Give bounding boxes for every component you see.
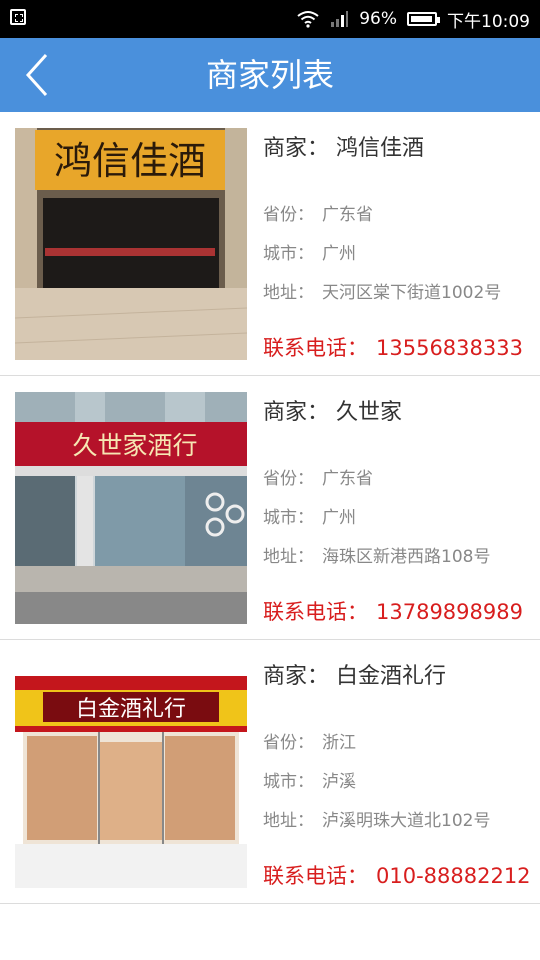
list-item[interactable]: 白金酒礼行 商家： 白金酒礼行 省份： 浙江 城市： 泸溪 地址： 泸溪明珠大道北10… [0,640,540,904]
screenshot-icon [10,9,26,25]
city-row: 城市： 广州 [263,503,356,528]
phone-value[interactable]: 010-88882212 [376,864,531,888]
merchant-list: 鸿信佳酒 商家： 鸿信佳酒 省份： 广东省 城市： 广州 地址： 天河区棠下街道100… [0,112,540,904]
phone-row[interactable]: 联系电话： 010-88882212 [263,860,531,890]
province-row: 省份： 浙江 [263,728,356,753]
merchant-name: 商家： 白金酒礼行 [263,658,446,690]
sign-text: 久世家酒行 [72,431,197,460]
city-label: 城市： [263,508,314,528]
merchant-photo: 白金酒礼行 [15,656,247,888]
city-value: 广州 [322,508,356,528]
city-value: 泸溪 [322,772,356,792]
province-value: 广东省 [322,205,373,225]
province-label: 省份： [263,469,314,489]
phone-label: 联系电话： [263,600,368,624]
city-row: 城市： 广州 [263,239,356,264]
app-header: 商家列表 [0,38,540,112]
address-row: 地址： 天河区棠下街道1002号 [263,278,501,303]
city-label: 城市： [263,244,314,264]
province-value: 广东省 [322,469,373,489]
signal-icon [331,11,349,27]
province-row: 省份： 广东省 [263,200,373,225]
merchant-photo: 鸿信佳酒 [15,128,247,360]
merchant-name: 商家： 久世家 [263,394,402,426]
phone-row[interactable]: 联系电话： 13556838333 [263,332,523,362]
merchant-name-value: 白金酒礼行 [336,664,447,689]
city-row: 城市： 泸溪 [263,767,356,792]
merchant-name-value: 鸿信佳酒 [336,136,425,161]
address-label: 地址： [263,283,314,303]
city-label: 城市： [263,772,314,792]
phone-value[interactable]: 13556838333 [376,336,523,360]
battery-percent: 96% [359,9,397,29]
page-title: 商家列表 [205,56,334,94]
address-row: 地址： 海珠区新港西路108号 [263,542,490,567]
province-label: 省份： [263,733,314,753]
address-value: 海珠区新港西路108号 [322,547,491,567]
status-bar: 96% 下午10:09 [0,0,540,38]
merchant-label: 商家： [263,136,330,161]
phone-row[interactable]: 联系电话： 13789898989 [263,596,523,626]
merchant-label: 商家： [263,664,330,689]
province-label: 省份： [263,205,314,225]
merchant-photo: 久世家酒行 [15,392,247,624]
address-value: 泸溪明珠大道北102号 [322,811,491,831]
phone-label: 联系电话： [263,864,368,888]
address-label: 地址： [263,811,314,831]
address-row: 地址： 泸溪明珠大道北102号 [263,806,490,831]
list-item[interactable]: 鸿信佳酒 商家： 鸿信佳酒 省份： 广东省 城市： 广州 地址： 天河区棠下街道100… [0,112,540,376]
merchant-name: 商家： 鸿信佳酒 [263,130,424,162]
sign-text: 鸿信佳酒 [54,139,206,183]
list-item[interactable]: 久世家酒行 商家： 久世家 省份： 广东省 城市： 广州 地址： 海珠区新港西路108… [0,376,540,640]
address-value: 天河区棠下街道1002号 [322,283,502,303]
merchant-name-value: 久世家 [336,400,403,425]
clock: 下午10:09 [447,11,530,32]
battery-icon [407,12,440,26]
province-value: 浙江 [322,733,356,753]
province-row: 省份： 广东省 [263,464,373,489]
city-value: 广州 [322,244,356,264]
sign-text: 白金酒礼行 [76,697,186,722]
address-label: 地址： [263,547,314,567]
wifi-icon [297,11,319,28]
phone-label: 联系电话： [263,336,368,360]
merchant-label: 商家： [263,400,330,425]
battery-fill [411,16,432,22]
phone-value[interactable]: 13789898989 [376,600,523,624]
